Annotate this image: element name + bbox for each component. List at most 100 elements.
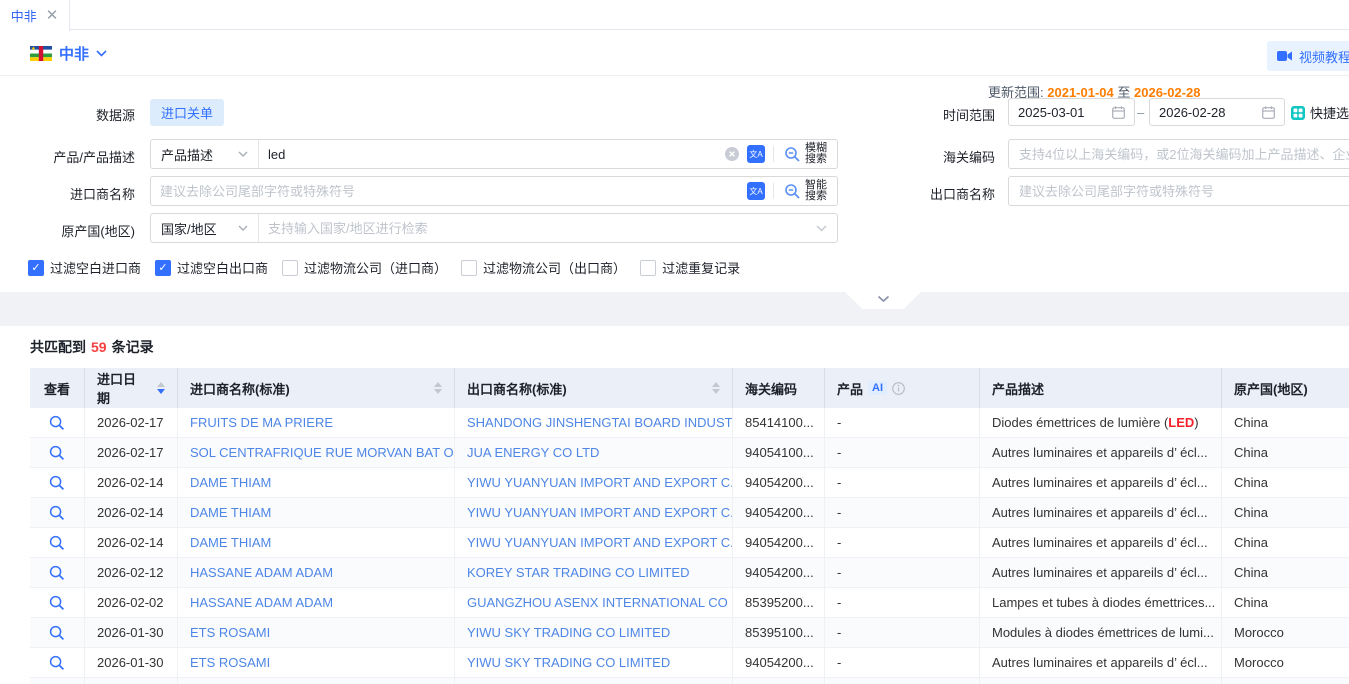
results-card: 共匹配到59条记录 查看 进口日期 进口商名称(标准) 出口商名称(标准) 海关…	[10, 326, 1349, 684]
country-selector[interactable]: 中非	[30, 43, 107, 64]
hs-code-input[interactable]	[1009, 147, 1349, 162]
exporter-link[interactable]: YIWU YUANYUAN IMPORT AND EXPORT C...	[455, 498, 733, 527]
exporter-link[interactable]: GUANGZHOU ASENX INTERNATIONAL CO ...	[455, 588, 733, 617]
view-button[interactable]	[30, 438, 85, 467]
view-button[interactable]	[30, 618, 85, 647]
importer-link[interactable]: DAME THIAM	[178, 528, 455, 557]
translate-icon[interactable]: 文A	[747, 182, 765, 200]
exporter-link[interactable]: YIWU SKY TRADING CO LIMITED	[455, 648, 733, 677]
sort-icon[interactable]	[434, 382, 442, 394]
datasource-import-declaration-button[interactable]: 进口关单	[150, 99, 224, 126]
info-icon[interactable]	[892, 382, 905, 395]
exporter-link[interactable]: JUA ENERGY CO LTD	[455, 438, 733, 467]
import-date-cell: 2026-02-17	[85, 408, 178, 437]
view-button[interactable]	[30, 498, 85, 527]
smart-search-button[interactable]: 智能搜索	[778, 180, 837, 202]
view-button[interactable]	[30, 678, 85, 684]
origin-type-select[interactable]: 国家/地区	[151, 214, 259, 242]
importer-link[interactable]: FRUITS DE MA PRIERE	[178, 408, 455, 437]
origin-select-group: 国家/地区	[150, 213, 838, 243]
checkbox-icon[interactable]: ✓	[28, 260, 44, 276]
view-button[interactable]	[30, 588, 85, 617]
importer-search-input[interactable]	[151, 184, 743, 199]
chevron-down-icon[interactable]	[816, 225, 827, 232]
quick-select-grid-icon	[1291, 106, 1305, 120]
exporter-link[interactable]: YIWU YUANYUAN IMPORT AND EXPORT C...	[455, 468, 733, 497]
checkbox-label: 过滤物流公司（进口商）	[304, 258, 447, 277]
import-date-cell	[85, 678, 178, 684]
checkbox-icon[interactable]	[640, 260, 656, 276]
product-desc-cell: Autres luminaires et appareils d’ écl...	[980, 648, 1222, 677]
clear-input-icon[interactable]	[725, 147, 739, 161]
view-button[interactable]	[30, 558, 85, 587]
checkbox-icon[interactable]	[282, 260, 298, 276]
date-to-input[interactable]: 2026-02-28	[1149, 98, 1285, 126]
importer-link[interactable]: DAME THIAM	[178, 498, 455, 527]
product-type-select[interactable]: 产品描述	[151, 140, 259, 168]
sort-icon[interactable]	[157, 382, 165, 394]
date-from-input[interactable]: 2025-03-01	[1008, 98, 1135, 126]
checkbox-label: 过滤空白进口商	[50, 258, 141, 277]
hs-code-cell: 85395200...	[733, 588, 825, 617]
calendar-icon	[1262, 106, 1275, 119]
view-magnifier-icon	[49, 655, 65, 671]
view-button[interactable]	[30, 648, 85, 677]
magnifier-icon	[784, 146, 801, 163]
exporter-link[interactable]: KOREY STAR TRADING CO LIMITED	[455, 558, 733, 587]
importer-link[interactable]: DAME THIAM	[178, 468, 455, 497]
calendar-icon	[1112, 106, 1125, 119]
importer-search-group: 文A 智能搜索	[150, 176, 838, 206]
view-button[interactable]	[30, 408, 85, 437]
fuzzy-search-button[interactable]: 模糊搜索	[778, 143, 837, 165]
importer-link[interactable]	[178, 678, 455, 684]
quick-select-button[interactable]: 快捷选	[1291, 103, 1349, 122]
checkbox-icon[interactable]	[461, 260, 477, 276]
importer-link[interactable]: SOL CENTRAFRIQUE RUE MORVAN BAT OF...	[178, 438, 455, 467]
filter-checkbox[interactable]: 过滤物流公司（出口商）	[461, 258, 626, 277]
import-date-cell: 2026-01-30	[85, 648, 178, 677]
importer-link[interactable]: ETS ROSAMI	[178, 648, 455, 677]
origin-cell: China	[1222, 408, 1349, 437]
exporter-link[interactable]: YIWU SKY TRADING CO LIMITED	[455, 618, 733, 647]
origin-search-input[interactable]	[259, 221, 812, 236]
table-header: 查看 进口日期 进口商名称(标准) 出口商名称(标准) 海关编码 产品 AI	[30, 368, 1349, 408]
chevron-down-icon	[96, 50, 107, 57]
product-desc-cell: Lampes et tubes à diodes émettrices...	[980, 588, 1222, 617]
filter-checkbox[interactable]: ✓ 过滤空白进口商	[28, 258, 141, 277]
view-button[interactable]	[30, 528, 85, 557]
exporter-search-input[interactable]	[1009, 184, 1349, 199]
product-cell: -	[825, 498, 980, 527]
table-row: 2026-02-12HASSANE ADAM ADAMKOREY STAR TR…	[30, 558, 1349, 588]
sort-icon[interactable]	[712, 382, 720, 394]
exporter-link[interactable]: SHANDONG JINSHENGTAI BOARD INDUST...	[455, 408, 733, 437]
import-date-cell: 2026-02-12	[85, 558, 178, 587]
importer-link[interactable]: HASSANE ADAM ADAM	[178, 588, 455, 617]
importer-link[interactable]: HASSANE ADAM ADAM	[178, 558, 455, 587]
product-cell: -	[825, 588, 980, 617]
exporter-link[interactable]: YIWU YUANYUAN IMPORT AND EXPORT C...	[455, 528, 733, 557]
view-button[interactable]	[30, 468, 85, 497]
col-exporter[interactable]: 出口商名称(标准)	[455, 368, 733, 408]
origin-cell	[1222, 678, 1349, 684]
filter-checkbox[interactable]: ✓过滤空白出口商	[155, 258, 268, 277]
product-cell: -	[825, 438, 980, 467]
video-tutorial-button[interactable]: 视频教程	[1267, 41, 1349, 71]
time-range-label: 时间范围	[860, 105, 995, 124]
import-date-cell: 2026-02-02	[85, 588, 178, 617]
checkbox-icon[interactable]: ✓	[155, 260, 171, 276]
tab-zhongfei[interactable]: 中非 ✕	[0, 0, 70, 31]
translate-icon[interactable]: 文A	[747, 145, 765, 163]
filter-checkbox[interactable]: 过滤物流公司（进口商）	[282, 258, 447, 277]
product-label: 产品/产品描述	[0, 147, 135, 166]
importer-link[interactable]: ETS ROSAMI	[178, 618, 455, 647]
exporter-field	[1008, 176, 1349, 206]
view-magnifier-icon	[49, 565, 65, 581]
exporter-link[interactable]	[455, 678, 733, 684]
tab-close-icon[interactable]: ✕	[46, 8, 59, 23]
importer-label: 进口商名称	[0, 184, 135, 203]
product-search-input[interactable]	[259, 147, 721, 162]
col-import-date[interactable]: 进口日期	[85, 368, 178, 408]
filter-checkbox[interactable]: 过滤重复记录	[640, 258, 740, 277]
col-importer[interactable]: 进口商名称(标准)	[178, 368, 455, 408]
collapse-panel-button[interactable]	[845, 292, 921, 309]
